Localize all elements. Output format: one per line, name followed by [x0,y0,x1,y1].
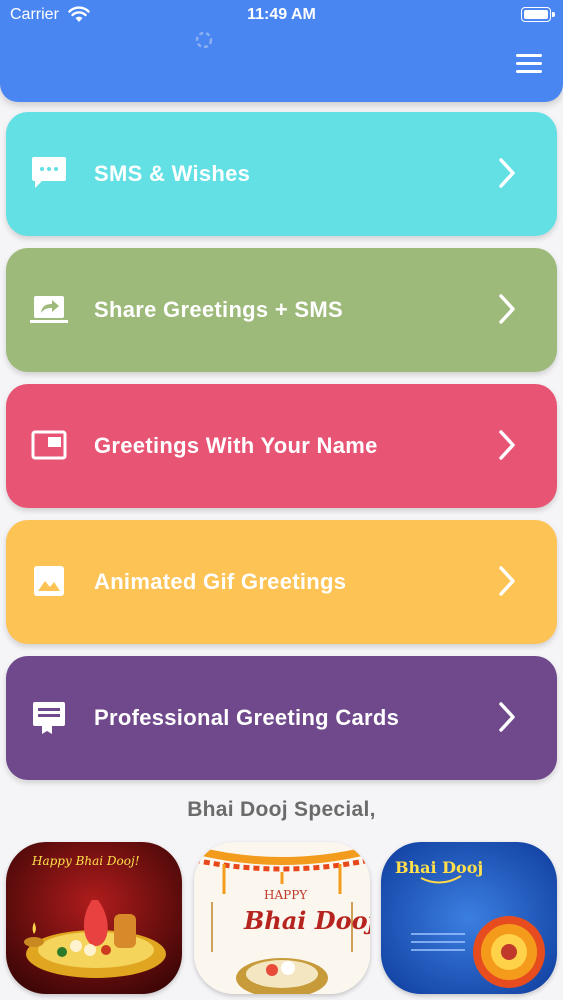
card-label: Share Greetings + SMS [94,297,343,322]
card-ribbon-icon [33,702,65,734]
loading-spinner-icon [195,31,213,49]
sms-wishes-card[interactable]: SMS & Wishes [6,112,557,236]
chevron-right-icon [499,158,515,188]
greetings-with-name-card[interactable]: Greetings With Your Name [6,384,557,508]
share-screen-icon [30,296,68,323]
section-title: Bhai Dooj Special, [187,798,376,821]
hamburger-menu-icon[interactable] [516,54,544,76]
card-label: Professional Greeting Cards [94,705,400,730]
chevron-right-icon [499,566,515,596]
card-caption: Happy Bhai Dooj! [32,854,140,868]
card-caption: Bhai Dooj. [244,906,370,935]
image-icon [34,566,64,596]
card-label: Animated Gif Greetings [94,569,347,594]
thali-greeting-card[interactable]: Happy Bhai Dooj! [6,842,182,994]
app-header: Carrier 11:49 AM [0,0,563,102]
animated-gif-card[interactable]: Animated Gif Greetings [6,520,557,644]
professional-cards-card[interactable]: Professional Greeting Cards [6,656,557,780]
blue-rangoli-greeting-card[interactable]: Bhai Dooj [381,842,557,994]
status-time: 11:49 AM [247,6,316,23]
chat-bubble-icon [32,157,66,188]
card-caption-top: HAPPY [264,888,308,902]
card-caption: Bhai Dooj [395,858,484,877]
share-greetings-card[interactable]: Share Greetings + SMS [6,248,557,372]
chevron-right-icon [499,294,515,324]
marigold-greeting-card[interactable]: HAPPY Bhai Dooj. [194,842,370,994]
status-bar: Carrier 11:49 AM [0,0,563,30]
chevron-right-icon [499,702,515,732]
picture-in-picture-icon [31,430,67,460]
battery-icon [521,7,555,22]
card-label: SMS & Wishes [94,161,251,186]
chevron-right-icon [499,430,515,460]
card-label: Greetings With Your Name [94,433,378,458]
